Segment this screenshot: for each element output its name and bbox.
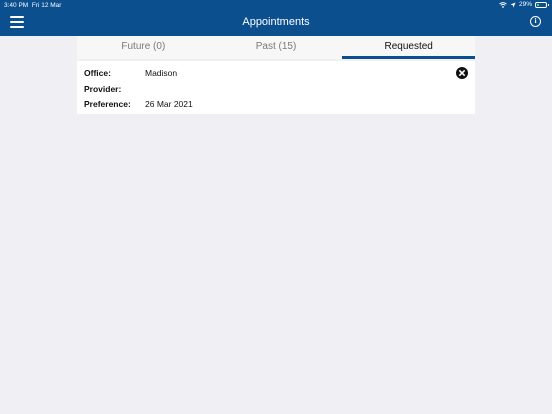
office-row: Office: Madison [84,68,177,78]
tab-past[interactable]: Past (15) [210,36,343,59]
status-indicators: 29% [499,1,549,8]
office-label: Office: [84,68,111,78]
provider-label: Provider: [84,84,122,94]
preference-row: Preference: 26 Mar 2021 [84,99,193,109]
status-date: Fri 12 Mar [31,2,62,9]
preference-label: Preference: [84,99,131,109]
page-title: Appointments [242,16,310,28]
battery-icon [535,1,549,8]
appointment-tabs: Future (0) Past (15) Requested [77,36,475,59]
navigation-bar: 3:40 PM Fri 12 Mar 29% Appointments i [0,0,552,36]
requested-appointment-card: Office: Madison Provider: Preference: 26 M… [77,61,475,114]
status-clock: 3:40 PM [4,2,29,9]
info-icon[interactable]: i [530,16,541,27]
battery-percent: 29% [518,1,532,8]
preference-value: 26 Mar 2021 [145,99,193,109]
office-value: Madison [145,68,178,78]
provider-row: Provider: [84,84,145,94]
tab-requested[interactable]: Requested [342,36,475,59]
cancel-request-icon[interactable] [456,67,468,79]
status-time: 3:40 PM Fri 12 Mar [4,2,61,9]
tab-future[interactable]: Future (0) [77,36,210,59]
battery-level [537,3,540,6]
location-icon [510,2,516,7]
wifi-icon [499,1,507,8]
